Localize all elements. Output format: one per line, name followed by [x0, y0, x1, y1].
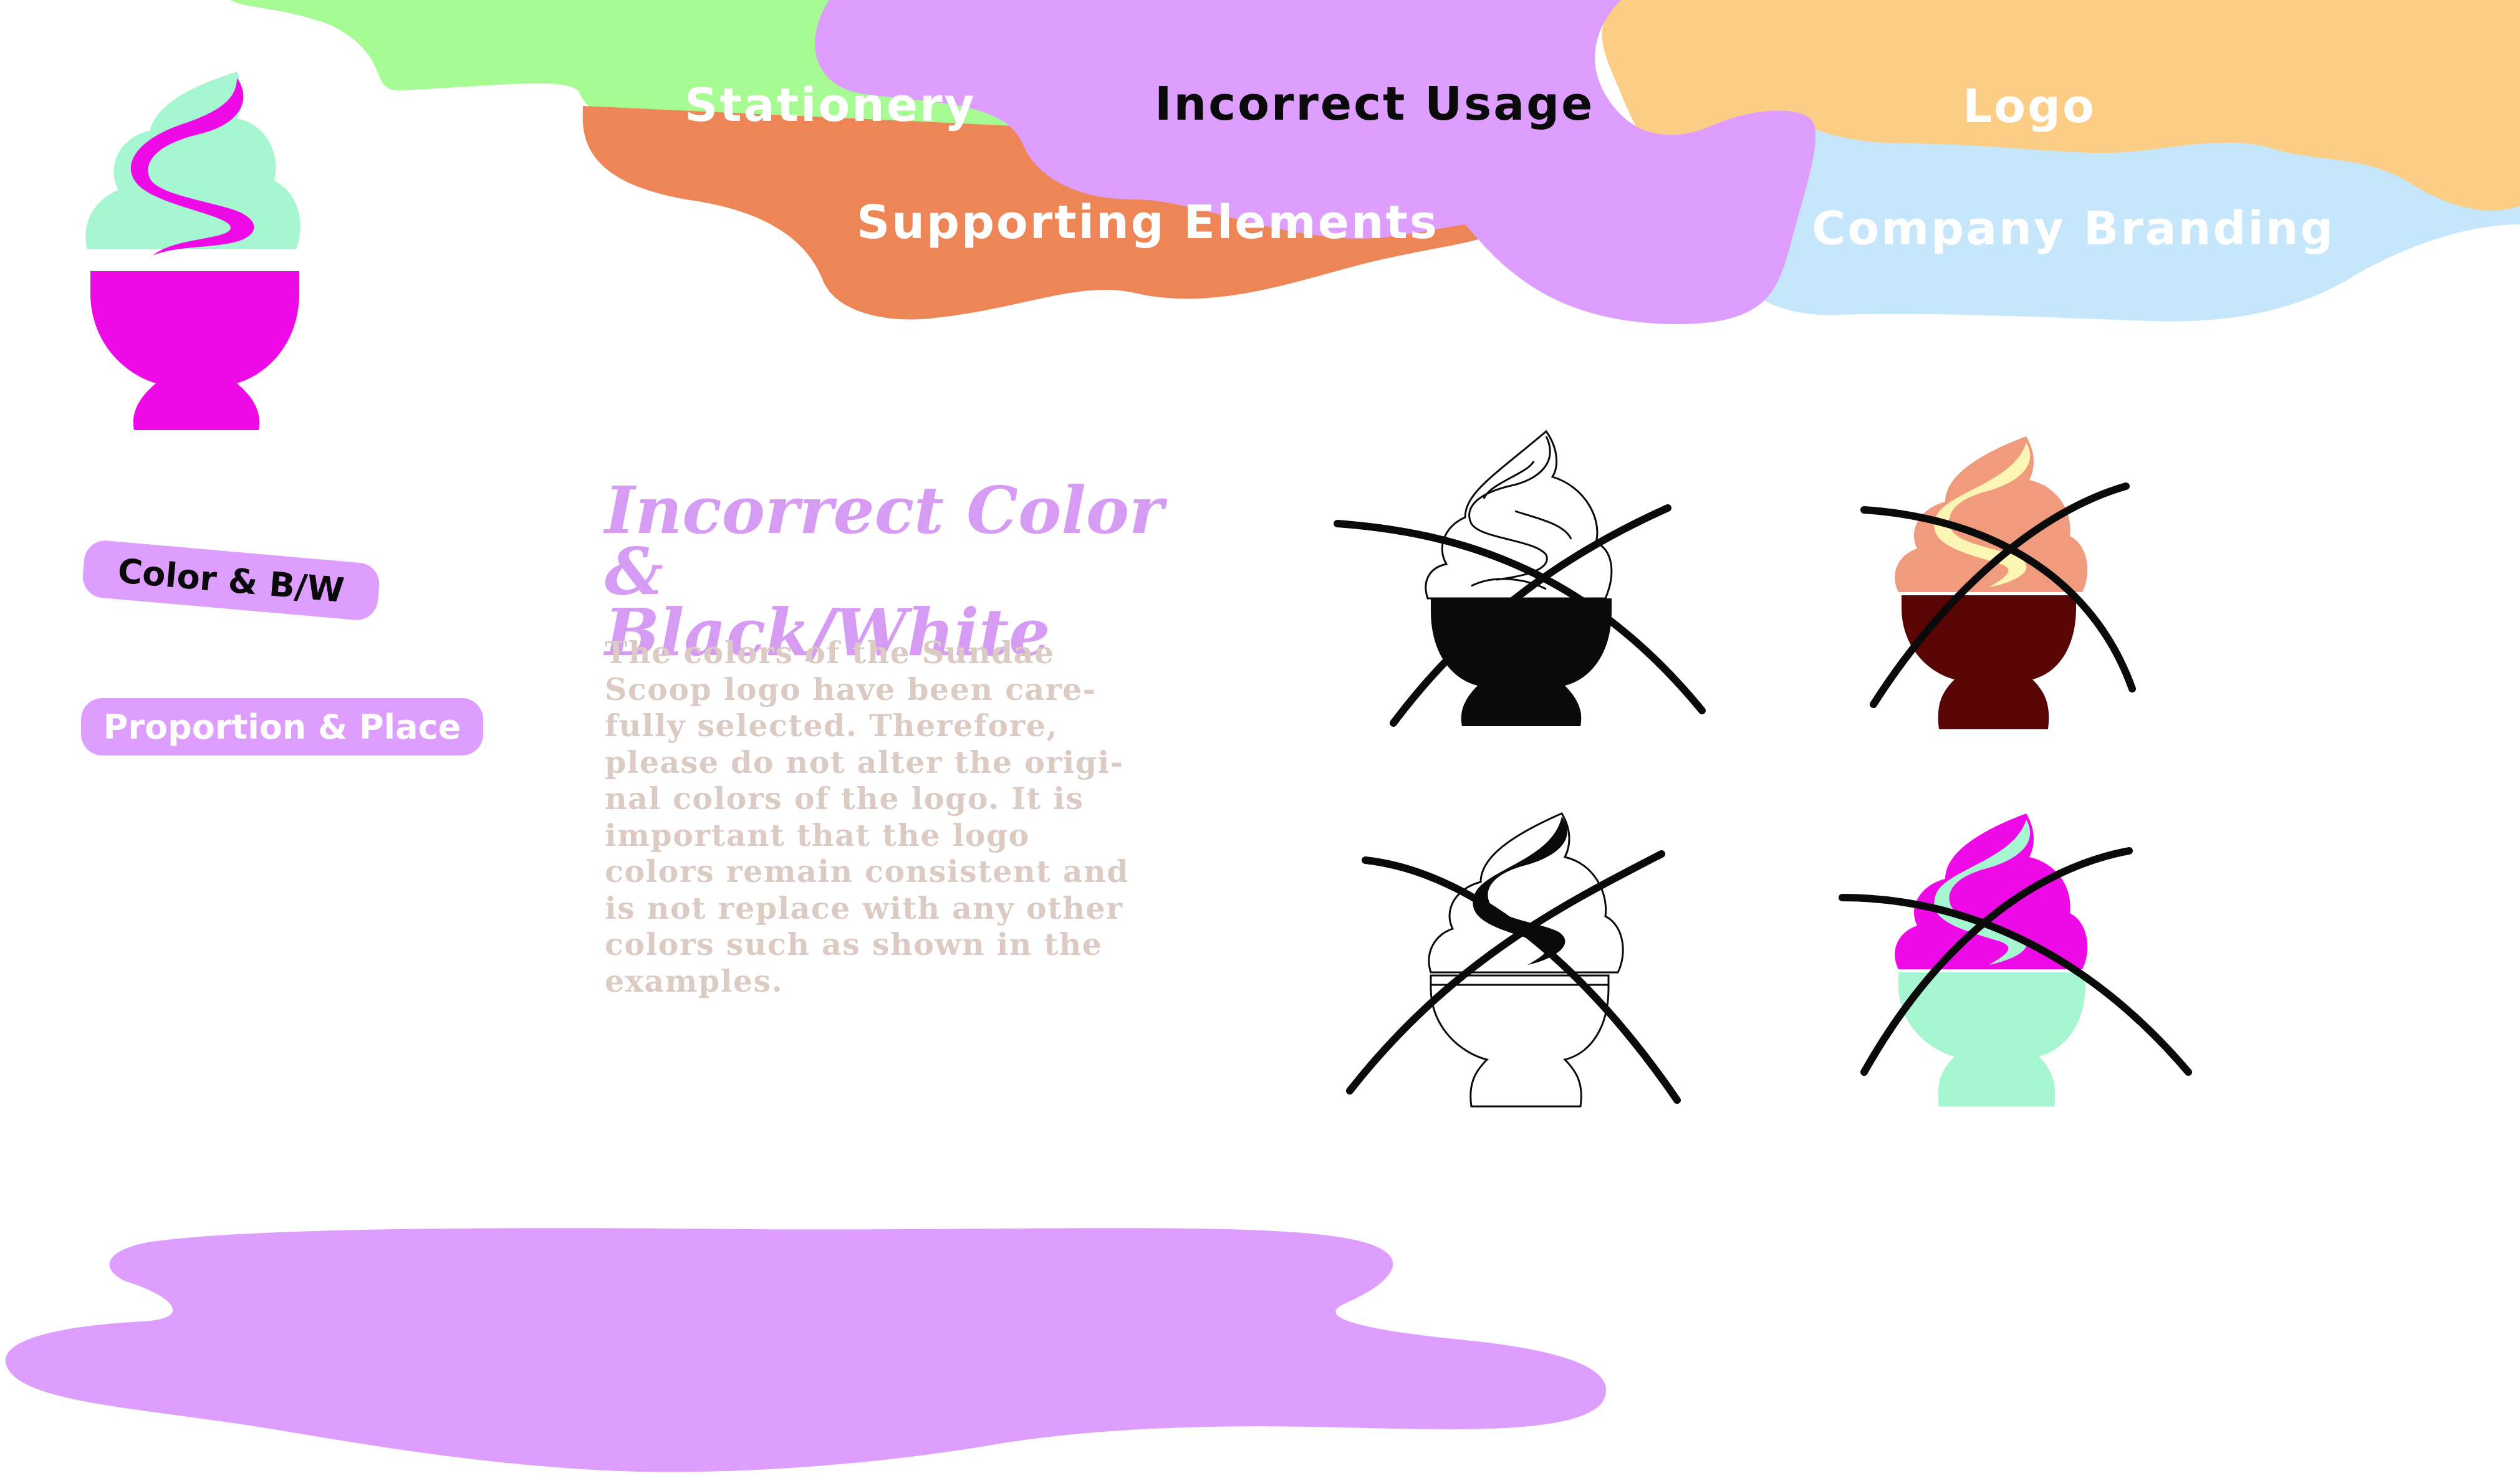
outline-sundae-example-icon	[1346, 812, 1681, 1108]
nav-company-branding[interactable]: Company Branding	[1812, 202, 2335, 256]
logo-bowl	[90, 271, 299, 430]
tab-proportion-place[interactable]: Proportion & Place	[81, 698, 483, 755]
nav-logo[interactable]: Logo	[1963, 80, 2096, 133]
section-body: The colors of the Sundae Scoop logo have…	[605, 635, 1166, 999]
body-line: Scoop logo have been care-	[605, 671, 1097, 707]
nav-supporting-elements[interactable]: Supporting Elements	[857, 196, 1439, 249]
bottom-puddle-blob	[5, 1228, 1607, 1472]
dark-red-sundae-example-icon	[1860, 436, 2136, 729]
body-line: please do not alter the origi-	[605, 744, 1124, 780]
brand-guidelines-page: Stationery Incorrect Usage Logo Supporti…	[0, 0, 2520, 1481]
body-line: nal colors of the logo. It is	[605, 780, 1084, 817]
body-line: examples.	[605, 962, 784, 999]
black-sundae-example-icon	[1334, 429, 1706, 727]
body-line: The colors of the Sundae	[605, 635, 1055, 671]
nav-incorrect-usage[interactable]: Incorrect Usage	[1155, 77, 1594, 131]
logo-cream	[85, 72, 301, 249]
section-title-line-1: Incorrect Color &	[605, 472, 1164, 610]
nav-stationery[interactable]: Stationery	[685, 79, 976, 132]
body-line: fully selected. Therefore,	[605, 707, 1059, 744]
body-line: important that the logo	[605, 817, 1030, 853]
body-line: colors such as shown in the	[605, 926, 1103, 962]
body-line: colors remain consistent and	[605, 853, 1129, 889]
wrong-colors-sundae-example-icon	[1839, 813, 2192, 1106]
sundae-logo-icon[interactable]	[81, 69, 318, 436]
body-line: is not replace with any other	[605, 889, 1123, 926]
